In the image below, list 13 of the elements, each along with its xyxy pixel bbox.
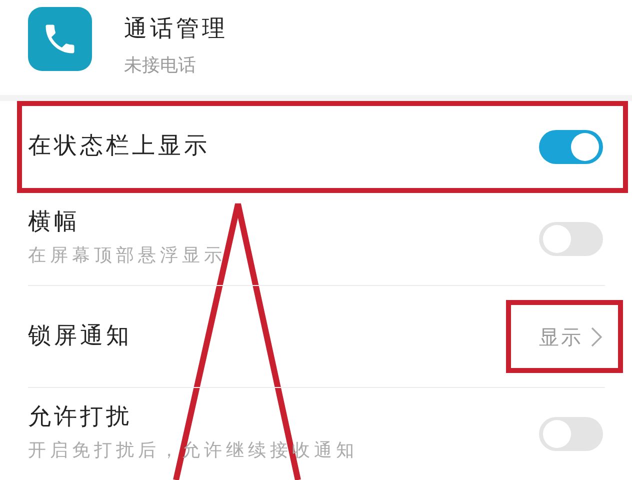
chevron-icon[interactable] (591, 326, 602, 346)
phone-icon (28, 6, 92, 70)
app-subtitle: 未接电话 (124, 54, 197, 78)
setting-description: 在屏幕顶部悬浮显示 (28, 244, 226, 268)
setting-label: 横幅 (28, 208, 81, 236)
setting-label: 在状态栏上显示 (28, 133, 210, 161)
toggle-switch[interactable] (539, 417, 603, 451)
setting-label: 允许打扰 (28, 404, 133, 432)
app-name: 通话管理 (124, 16, 228, 44)
toggle-switch[interactable] (539, 130, 603, 164)
setting-value: 显示 (539, 324, 583, 350)
toggle-switch[interactable] (539, 222, 603, 256)
setting-label: 锁屏通知 (28, 322, 132, 350)
